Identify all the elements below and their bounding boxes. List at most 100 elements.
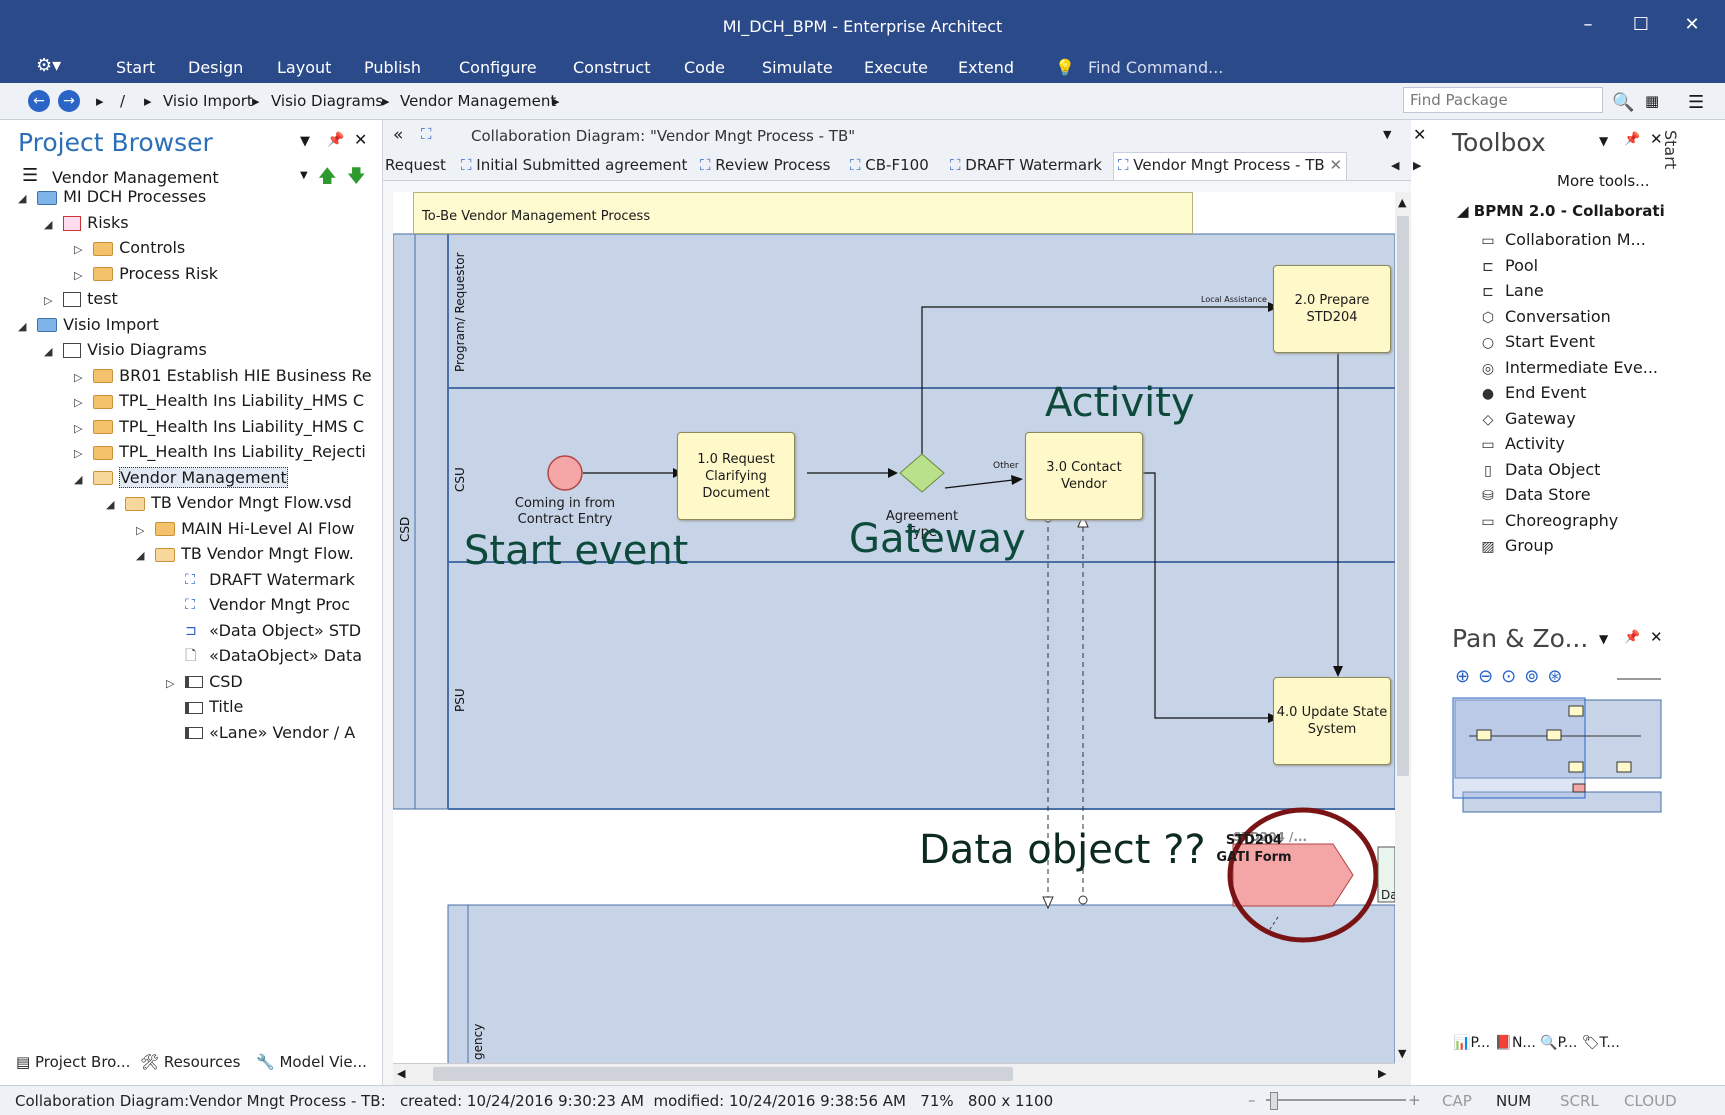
menu-design[interactable]: Design [188,58,243,77]
tree-item[interactable]: ▷ TPL_Health Ins Liability_HMS C [74,388,372,414]
zoom-slider-thumb[interactable] [1270,1092,1278,1110]
toolbox-item[interactable]: ▭ Choreography [1479,508,1618,534]
activity-contact[interactable]: 3.0 Contact Vendor [1025,432,1143,520]
horizontal-scroll-thumb[interactable] [433,1067,1013,1081]
dropdown-icon[interactable]: ▼ [300,134,310,149]
collapsed-icon[interactable]: ▷ [74,263,88,287]
close-icon[interactable]: ✕ [1650,628,1663,646]
activity-update[interactable]: 4.0 Update State System [1273,677,1391,765]
tab-review-process[interactable]: ⛶ Review Process [700,156,831,174]
toolbox-item[interactable]: ▭ Collaboration M... [1479,227,1645,253]
scroll-left-icon[interactable]: ◀ [397,1067,405,1080]
vertical-scrollbar[interactable]: ▲ ▼ [1395,192,1411,1085]
menu-publish[interactable]: Publish [364,58,421,77]
collapsed-icon[interactable]: ▷ [74,441,88,465]
scroll-up-icon[interactable]: ▲ [1398,196,1406,209]
tree-item[interactable]: ▷ CSD [166,669,372,695]
expanded-icon[interactable]: ◢ [106,492,120,516]
menu-extend[interactable]: Extend [958,58,1014,77]
menu-construct[interactable]: Construct [573,58,651,77]
expanded-icon[interactable]: ◢ [74,467,88,491]
zoom-slider[interactable] [1266,1099,1406,1101]
toolbox-group-header[interactable]: ◢ BPMN 2.0 - Collaboratio [1457,202,1665,220]
collapsed-icon[interactable]: ▷ [74,390,88,414]
collapsed-icon[interactable]: ▷ [74,237,88,261]
expanded-icon[interactable]: ◢ [44,212,58,236]
zoom-in-button[interactable]: + [1408,1091,1421,1109]
diagram-note[interactable]: To-Be Vendor Management Process [413,192,1193,234]
tree-item[interactable]: ▷ TPL_Health Ins Liability_Rejecti [74,439,372,465]
toolbox-item[interactable]: ⬡ Conversation [1479,304,1611,330]
layout-icon[interactable]: ▦ [1645,92,1659,110]
tree-item[interactable]: ◢ TB Vendor Mngt Flow. [136,541,372,567]
toolbox-item[interactable]: ▯ Data Object [1479,457,1600,483]
tree-item[interactable]: ◢ MI DCH Processes [18,184,372,210]
close-icon[interactable]: ✕ [1413,125,1426,144]
zoom-out-button[interactable]: – [1248,1091,1256,1109]
crumb-visio-import[interactable]: Visio Import [163,92,253,110]
crumb-root[interactable]: / [120,92,125,110]
activity-request[interactable]: 1.0 Request Clarifying Document [677,432,795,520]
tab-model-views[interactable]: 🔧 Model Vie... [256,1053,367,1071]
tree-item[interactable]: ▷ Controls [74,235,372,261]
toolbox-item[interactable]: ⊏ Lane [1479,278,1544,304]
tab-notes[interactable]: 📕N... [1495,1035,1536,1051]
toolbox-item[interactable]: ◇ Gateway [1479,406,1576,432]
tab-tags[interactable]: 🏷T... [1582,1035,1620,1051]
tree-item[interactable]: Title [166,694,372,720]
tree-item[interactable]: ▷ TPL_Health Ins Liability_HMS C [74,414,372,440]
tab-draft-watermark[interactable]: ⛶ DRAFT Watermark [950,156,1102,174]
collapsed-icon[interactable]: ▷ [74,416,88,440]
app-menu-icon[interactable]: ⚙▾ [36,55,62,77]
expanded-icon[interactable]: ◢ [18,186,32,210]
close-icon[interactable]: ✕ [354,130,367,149]
tree-item[interactable]: «Lane» Vendor / A [166,720,372,746]
zoom-slider[interactable] [1617,678,1661,680]
toolbox-item[interactable]: ◎ Intermediate Eve... [1479,355,1658,381]
crumb-visio-diagrams[interactable]: Visio Diagrams [271,92,383,110]
tab-resources[interactable]: 🛠 Resources [140,1053,240,1071]
close-window-button[interactable]: ✕ [1679,14,1705,36]
toolbox-item[interactable]: ⛁ Data Store [1479,482,1590,508]
tree-item[interactable]: ◢ Risks [44,210,372,236]
start-event[interactable] [547,455,583,491]
tab-properties[interactable]: 📊P... [1453,1035,1490,1051]
viewport-rect[interactable] [1452,697,1586,799]
tab-scroll-right-icon[interactable]: ▶ [1413,159,1421,172]
menu-configure[interactable]: Configure [459,58,537,77]
toolbox-item[interactable]: ○ Start Event [1479,329,1595,355]
toolbox-item[interactable]: ▨ Group [1479,533,1553,559]
search-icon[interactable]: 🔍 [1612,92,1634,113]
tree-item[interactable]: ⊐ «Data Object» STD [166,618,372,644]
menu-start[interactable]: Start [116,58,155,77]
menu-simulate[interactable]: Simulate [762,58,833,77]
tab-pan[interactable]: 🔍P... [1540,1035,1577,1051]
collapsed-icon[interactable]: ▷ [136,518,150,542]
more-tools-link[interactable]: More tools... [1557,172,1649,190]
tab-vendor-mngt-process[interactable]: ⛶ Vendor Mngt Process - TB ✕ [1113,152,1348,180]
collapsed-icon[interactable]: ▷ [166,671,180,695]
tree-item[interactable]: ◢ Visio Diagrams [44,337,372,363]
toolbox-item[interactable]: ● End Event [1479,380,1586,406]
tree-item[interactable]: ◢ Vendor Management [74,465,372,491]
scroll-down-icon[interactable]: ▼ [1398,1047,1406,1060]
hamburger-icon[interactable]: ☰ [1688,92,1704,113]
tree-item[interactable]: ▷ BR01 Establish HIE Business Rel [74,363,372,389]
tree-item[interactable]: ⛶ Vendor Mngt Proc [166,592,372,618]
activity-prepare[interactable]: 2.0 Prepare STD204 [1273,265,1391,353]
tab-project-browser[interactable]: ▤ Project Bro... [16,1053,130,1071]
menu-icon[interactable]: ☰ [22,165,38,186]
minimize-button[interactable]: – [1575,14,1601,36]
pan-zoom-preview[interactable] [1451,696,1666,826]
toolbox-item[interactable]: ⊏ Pool [1479,253,1538,279]
tree-item[interactable]: ◢ TB Vendor Mngt Flow.vsd [106,490,372,516]
collapse-icon[interactable]: « [393,125,403,145]
pin-icon[interactable]: 📌 [1624,630,1640,645]
forward-icon[interactable]: → [58,90,80,112]
collapsed-icon[interactable]: ▷ [44,288,58,312]
menu-layout[interactable]: Layout [277,58,331,77]
back-icon[interactable]: ← [28,90,50,112]
tab-request[interactable]: Request [385,156,446,174]
menu-code[interactable]: Code [684,58,725,77]
chevron-down-icon[interactable]: ▼ [300,170,308,181]
